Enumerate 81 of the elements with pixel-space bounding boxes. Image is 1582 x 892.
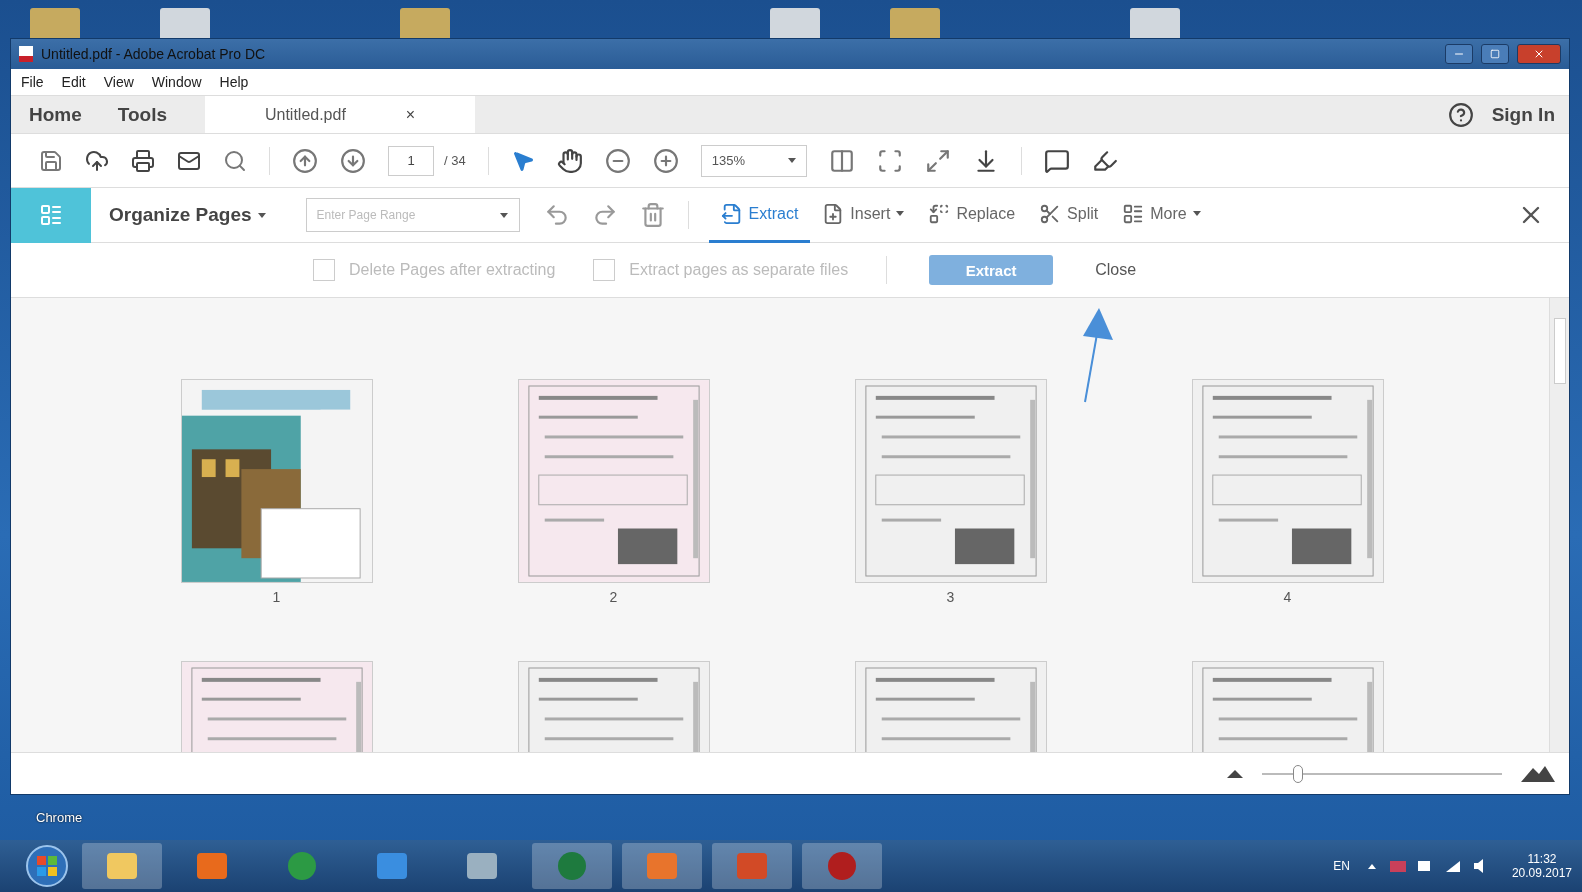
large-mountain-icon[interactable] [1521, 765, 1555, 782]
caret-icon [257, 212, 266, 218]
desktop-icon-label: Chrome [36, 810, 83, 825]
organize-tool[interactable]: More [1110, 187, 1213, 243]
checkbox[interactable] [593, 259, 616, 281]
tab-label: Untitled.pdf [264, 105, 346, 124]
organize-pages-menu[interactable]: Organize Pages [91, 204, 306, 226]
app-icon [465, 851, 499, 881]
small-mountain-icon[interactable] [1227, 769, 1243, 778]
organize-tool[interactable]: Insert [810, 187, 917, 243]
app-icon [555, 851, 589, 881]
pdf-file-icon [19, 46, 33, 62]
list-icon [1122, 202, 1145, 225]
tab-label: Tools [117, 103, 168, 126]
next-page-icon[interactable] [340, 147, 366, 174]
menu-item[interactable]: File [21, 74, 44, 90]
menu-item[interactable]: Window [151, 74, 202, 90]
close-button[interactable] [1517, 44, 1561, 64]
app-icon [825, 851, 859, 881]
organize-tool[interactable]: Extract [708, 187, 811, 243]
extract-icon [720, 202, 743, 225]
language-indicator[interactable]: EN [1333, 859, 1350, 873]
caret-icon [499, 213, 508, 218]
organize-tool[interactable]: Split [1027, 187, 1111, 243]
maximize-button[interactable] [1481, 44, 1509, 64]
replace-icon [928, 202, 951, 225]
comment-icon[interactable] [1043, 147, 1070, 174]
app-icon [735, 851, 769, 881]
organize-tool[interactable]: Replace [916, 187, 1028, 243]
tab[interactable]: Tools [99, 96, 186, 133]
panel-toggle-button[interactable] [11, 187, 91, 243]
minimize-button[interactable] [1445, 44, 1473, 64]
page-number: 1 [272, 589, 281, 605]
panel-icon [39, 203, 63, 227]
tab[interactable]: Untitled.pdf × [205, 96, 476, 133]
caret-icon [787, 158, 796, 163]
page-number: 4 [1283, 589, 1292, 605]
full-screen-icon[interactable] [924, 147, 951, 174]
tab-close-button[interactable]: × [405, 105, 416, 124]
app-icon [375, 851, 409, 881]
zoom-in-icon[interactable] [652, 147, 679, 174]
date: 20.09.2017 [1511, 866, 1572, 880]
sign-in-link[interactable]: Sign In [1473, 103, 1569, 126]
app-icon [105, 851, 139, 881]
app-icon [285, 851, 319, 881]
scrollbar[interactable] [1549, 298, 1569, 752]
menu-item[interactable]: Help [219, 74, 249, 90]
checkbox-label: Extract pages as separate files [629, 261, 849, 279]
time: 11:32 [1527, 852, 1557, 866]
zoom-out-icon[interactable] [604, 147, 631, 174]
tab-label: Home [29, 103, 82, 126]
page-range-field[interactable]: Enter Page Range [305, 198, 520, 232]
cloud-upload-icon[interactable] [85, 148, 109, 173]
fit-page-icon[interactable] [876, 147, 903, 174]
save-icon[interactable] [39, 148, 63, 173]
tab[interactable]: Home [11, 96, 100, 133]
previous-page-icon[interactable] [292, 147, 318, 174]
window-title: Untitled.pdf - Adobe Acrobat Pro DC [41, 46, 267, 62]
checkbox[interactable] [313, 259, 335, 281]
slider-thumb[interactable] [1293, 764, 1303, 783]
page-layout-icon[interactable] [828, 147, 855, 174]
page-number: 3 [946, 589, 955, 605]
zoom-dropdown[interactable]: 135% [700, 144, 807, 177]
close-button[interactable]: Close [1089, 260, 1143, 280]
menu-item[interactable]: View [103, 74, 134, 90]
page-number: 2 [609, 589, 618, 605]
help-icon[interactable] [1447, 101, 1474, 128]
trash-icon[interactable] [639, 202, 666, 228]
app-icon [195, 851, 229, 881]
app-icon [645, 851, 679, 881]
menu-item[interactable]: Edit [61, 74, 86, 90]
page-number-field[interactable]: 1 [388, 145, 434, 176]
taskbar-app-button[interactable] [82, 843, 162, 889]
checkbox-label: Delete Pages after extracting [349, 261, 556, 279]
clock[interactable]: 11:32 20.09.2017 [1511, 852, 1572, 880]
hand-icon[interactable] [556, 147, 583, 174]
search-icon[interactable] [223, 148, 247, 173]
printer-icon[interactable] [131, 148, 155, 173]
close-icon [1533, 48, 1545, 60]
maximize-icon [1490, 49, 1500, 59]
page-count: / 34 [444, 153, 466, 168]
